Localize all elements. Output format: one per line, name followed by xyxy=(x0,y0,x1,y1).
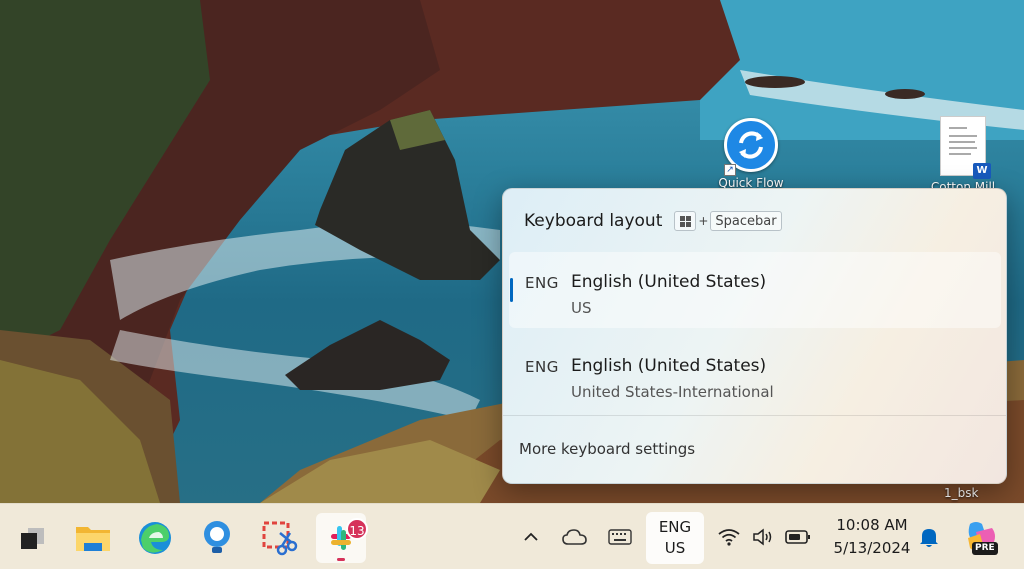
tips-lightbulb-icon xyxy=(204,521,230,553)
keyboard-layout-flyout: Keyboard layout + Spacebar ENG English (… xyxy=(502,188,1007,484)
word-document-icon: W xyxy=(940,116,991,179)
touch-keyboard-button[interactable] xyxy=(604,504,636,569)
edge-button[interactable] xyxy=(130,513,180,563)
task-view-button[interactable] xyxy=(7,513,57,563)
windows-logo-icon xyxy=(674,211,697,231)
copilot-button[interactable]: PRE xyxy=(958,504,1004,569)
flyout-divider xyxy=(503,415,1006,416)
copilot-preview-badge: PRE xyxy=(972,542,998,555)
desktop-icon-quick-flow[interactable]: ↗ Quick Flow xyxy=(706,118,796,190)
layout-variant: United States-International xyxy=(571,383,774,401)
running-indicator xyxy=(337,558,345,561)
layout-item-english-international[interactable]: ENG English (United States) United State… xyxy=(509,336,1001,412)
clock-date: 5/13/2024 xyxy=(833,539,911,557)
taskbar: 13 ENG US 10:08 AM 5/13/2024 PRE xyxy=(0,503,1024,569)
notifications-button[interactable] xyxy=(914,504,944,569)
snipping-tool-button[interactable] xyxy=(254,513,304,563)
cloud-icon xyxy=(562,529,587,545)
shortcut-plus: + xyxy=(698,214,709,228)
selection-indicator xyxy=(510,278,513,302)
bell-icon xyxy=(920,529,938,547)
flyout-header: Keyboard layout + Spacebar xyxy=(524,209,782,233)
layout-item-english-us[interactable]: ENG English (United States) US xyxy=(509,252,1001,328)
tips-button[interactable] xyxy=(192,513,242,563)
input-language-indicator[interactable]: ENG US xyxy=(646,512,704,564)
wifi-icon xyxy=(718,529,740,546)
file-explorer-button[interactable] xyxy=(68,513,118,563)
snipping-tool-icon xyxy=(262,521,298,556)
clock-time: 10:08 AM xyxy=(836,516,908,534)
file-explorer-icon xyxy=(76,527,110,551)
flyout-title: Keyboard layout xyxy=(524,211,663,231)
task-view-icon xyxy=(21,528,44,549)
language-code: ENG xyxy=(658,518,692,536)
battery-icon xyxy=(785,530,810,544)
chevron-up-icon xyxy=(524,532,538,541)
desktop-icon-cotton-mill[interactable]: W Cotton Mill xyxy=(918,116,1008,194)
edge-icon xyxy=(139,522,171,554)
layout-code: ENG xyxy=(525,358,559,376)
show-hidden-icons-button[interactable] xyxy=(518,504,544,569)
volume-icon xyxy=(753,528,772,546)
layout-name: English (United States) xyxy=(571,272,767,292)
system-clock[interactable]: 10:08 AM 5/13/2024 xyxy=(822,514,922,560)
quick-settings-button[interactable] xyxy=(712,504,816,569)
onedrive-button[interactable] xyxy=(560,504,590,569)
shortcut-arrow-icon: ↗ xyxy=(724,164,736,176)
layout-name: English (United States) xyxy=(571,356,767,376)
desktop-user-label: 1_bsk xyxy=(944,486,979,500)
notification-badge: 13 xyxy=(346,518,368,540)
layout-variant: US xyxy=(571,299,592,317)
spacebar-key: Spacebar xyxy=(710,211,782,231)
more-keyboard-settings-link[interactable]: More keyboard settings xyxy=(519,440,695,458)
touch-keyboard-icon xyxy=(608,529,632,545)
slack-button[interactable]: 13 xyxy=(316,513,368,563)
layout-code: ENG xyxy=(525,274,559,292)
language-region: US xyxy=(664,539,686,557)
